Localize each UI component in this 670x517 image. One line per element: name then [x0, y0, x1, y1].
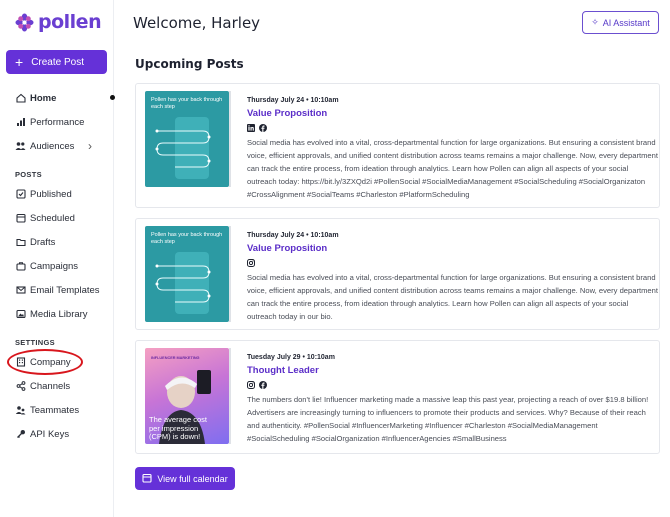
calendar-icon	[15, 213, 26, 224]
sidebar-item-label: Media Library	[30, 308, 88, 320]
post-body: The numbers don't lie! Influencer market…	[247, 395, 649, 443]
logo[interactable]: pollen	[15, 11, 102, 33]
sidebar-item-channels[interactable]: Channels	[15, 378, 70, 394]
plus-icon: +	[15, 54, 24, 70]
sidebar-item-label: Teammates	[30, 404, 80, 416]
sidebar-item-label: Audiences	[30, 140, 75, 152]
logo-text: pollen	[38, 11, 102, 33]
highlight-circle	[7, 349, 83, 375]
sidebar-item-email-templates[interactable]: Email Templates	[15, 282, 100, 298]
channel-icons	[247, 124, 267, 132]
post-thumbnail[interactable]: Pollen has your back through each step	[145, 226, 229, 322]
thumbnail-graphic	[155, 252, 211, 314]
sidebar-item-api-keys[interactable]: API Keys	[15, 426, 69, 442]
sidebar-item-label: Email Templates	[30, 284, 100, 296]
calendar-icon	[142, 473, 152, 485]
home-icon	[15, 93, 26, 104]
sidebar-item-label: Campaigns	[30, 260, 79, 272]
channel-icons	[247, 381, 267, 389]
people-icon	[15, 405, 26, 416]
thumbnail-divider	[229, 226, 231, 322]
sidebar-item-scheduled[interactable]: Scheduled	[15, 210, 75, 226]
sidebar-item-teammates[interactable]: Teammates	[15, 402, 79, 418]
sidebar-item-label: Drafts	[30, 236, 56, 248]
sidebar-item-label: Home	[30, 92, 57, 104]
sidebar-item-label: Performance	[30, 116, 85, 128]
sidebar-item-label: Channels	[30, 380, 71, 392]
ai-assistant-label: AI Assistant	[602, 17, 650, 28]
linkedin-icon	[247, 124, 255, 132]
post-title[interactable]: Value Proposition	[247, 108, 327, 119]
instagram-icon	[247, 381, 255, 389]
sidebar-item-audiences[interactable]: Audiences	[15, 138, 74, 154]
sparkle-icon: ✧	[591, 17, 599, 27]
view-calendar-label: View full calendar	[157, 473, 228, 484]
page-title: Welcome, Harley	[133, 14, 261, 32]
post-card[interactable]: Pollen has your back through each step T…	[135, 83, 660, 208]
checkbox-icon	[15, 189, 26, 200]
post-card[interactable]: INFLUENCER MARKETING The average cost pe…	[135, 340, 660, 454]
thumbnail-divider	[229, 348, 231, 444]
sidebar-item-drafts[interactable]: Drafts	[15, 234, 55, 250]
post-body: Social media has evolved into a vital, c…	[247, 273, 658, 321]
post-thumbnail[interactable]: INFLUENCER MARKETING The average cost pe…	[145, 348, 229, 444]
share-icon	[15, 381, 26, 392]
pollen-flower-icon	[15, 12, 34, 32]
sidebar-item-home[interactable]: Home	[15, 90, 56, 106]
facebook-icon	[259, 124, 267, 132]
sidebar-item-media-library[interactable]: Media Library	[15, 306, 88, 322]
thumbnail-graphic	[155, 117, 211, 179]
post-date: Tuesday July 29 • 10:10am	[247, 354, 335, 361]
image-icon	[15, 309, 26, 320]
channel-icons	[247, 259, 255, 267]
create-post-button[interactable]: + Create Post	[6, 50, 107, 74]
briefcase-icon	[15, 261, 26, 272]
bar-chart-icon	[15, 117, 26, 128]
chevron-right-icon[interactable]: ›	[88, 139, 92, 153]
key-icon	[15, 429, 26, 440]
mail-icon	[15, 285, 26, 296]
post-title[interactable]: Thought Leader	[247, 365, 319, 376]
sidebar-item-performance[interactable]: Performance	[15, 114, 84, 130]
sidebar-item-label: Published	[30, 188, 72, 200]
create-post-label: Create Post	[31, 56, 84, 68]
ai-assistant-button[interactable]: ✧ AI Assistant	[582, 11, 659, 34]
post-title[interactable]: Value Proposition	[247, 243, 327, 254]
post-card[interactable]: Pollen has your back through each step T…	[135, 218, 660, 330]
sidebar-item-label: Scheduled	[30, 212, 75, 224]
section-title-posts: POSTS	[15, 170, 42, 179]
view-calendar-button[interactable]: View full calendar	[135, 467, 235, 490]
facebook-icon	[259, 381, 267, 389]
instagram-icon	[247, 259, 255, 267]
post-date: Thursday July 24 • 10:10am	[247, 97, 339, 104]
post-body: Social media has evolved into a vital, c…	[247, 138, 658, 199]
upcoming-posts-heading: Upcoming Posts	[135, 57, 244, 71]
thumbnail-divider	[229, 91, 231, 187]
post-date: Thursday July 24 • 10:10am	[247, 232, 339, 239]
sidebar-item-published[interactable]: Published	[15, 186, 72, 202]
sidebar: pollen + Create Post Home Performance Au…	[0, 0, 115, 517]
section-title-settings: SETTINGS	[15, 338, 55, 347]
thumbnail-caption: The average cost per impression (CPM) is…	[149, 415, 207, 442]
sidebar-item-label: API Keys	[30, 428, 70, 440]
folder-icon	[15, 237, 26, 248]
sidebar-item-campaigns[interactable]: Campaigns	[15, 258, 78, 274]
active-indicator	[110, 95, 115, 100]
people-icon	[15, 141, 26, 152]
post-thumbnail[interactable]: Pollen has your back through each step	[145, 91, 229, 187]
